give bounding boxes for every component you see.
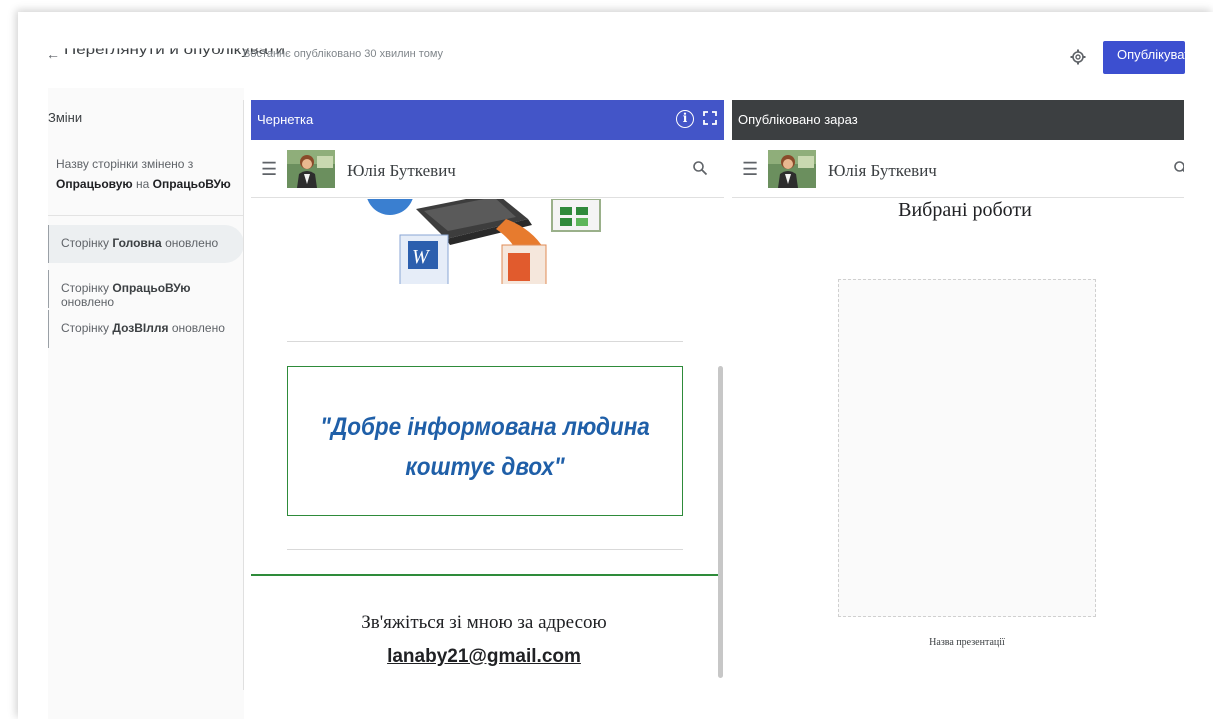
svg-text:W: W (412, 246, 431, 268)
change-item-golovna[interactable]: Сторінку Головна оновлено (48, 225, 244, 263)
info-icon[interactable]: i (676, 110, 694, 128)
changes-title: Зміни (48, 110, 83, 125)
site-title: Юлія Буткевич (347, 161, 456, 180)
draft-scrollbar[interactable] (718, 366, 723, 678)
hamburger-menu-icon[interactable]: ☰ (742, 160, 758, 178)
divider (287, 549, 683, 550)
back-arrow-icon[interactable]: ← (46, 46, 60, 62)
change-rename-note: Назву сторінки змінено з Опрацьовую на О… (56, 157, 231, 191)
site-navbar: ☰ Юлія Буткевич (732, 140, 1184, 198)
presentation-embed[interactable] (838, 279, 1096, 617)
fullscreen-icon[interactable] (703, 111, 717, 125)
search-icon[interactable] (1173, 160, 1184, 176)
divider (287, 341, 683, 342)
office-clipart-image: W (367, 199, 601, 284)
published-header: Опубліковано зараз (732, 100, 1184, 140)
draft-preview-pane: Чернетка i ☰ Юлія Буткевич W "Добре інфо… (251, 100, 724, 690)
divider (243, 100, 244, 690)
hamburger-menu-icon[interactable]: ☰ (261, 160, 277, 178)
publish-button[interactable]: Опублікувати (1103, 41, 1185, 74)
divider (48, 215, 244, 216)
draft-header: Чернетка i (251, 100, 724, 140)
site-navbar: ☰ Юлія Буткевич (251, 140, 724, 198)
last-published-status: Востаннє опубліковано 30 хвилин тому (243, 48, 444, 60)
footer-divider (251, 574, 719, 576)
published-header-label: Опубліковано зараз (738, 112, 858, 127)
contact-text: Зв'яжіться зі мною за адресою (361, 612, 607, 633)
search-icon[interactable] (692, 160, 708, 176)
change-item-opratsovuyu[interactable]: Сторінку ОпрацьоВУю оновлено (48, 270, 244, 309)
gear-icon[interactable] (1070, 49, 1086, 65)
quote-text: "Добре інформована людина коштує двох" (320, 413, 650, 481)
changes-panel: Зміни Назву сторінки змінено з Опрацьову… (48, 88, 244, 719)
published-preview-pane: Опубліковано зараз ☰ Юлія Буткевич Вибра… (732, 100, 1184, 690)
top-bar: ← Переглянути й опублікувати Востаннє оп… (40, 40, 1200, 80)
site-title: Юлія Буткевич (828, 161, 937, 180)
quote-block: "Добре інформована людина коштує двох" (287, 366, 683, 516)
avatar (768, 150, 816, 188)
avatar (287, 150, 335, 188)
draft-header-label: Чернетка (257, 112, 314, 127)
change-item-dozvillya[interactable]: Сторінку ДозВІлля оновлено (48, 310, 244, 348)
section-heading: Вибрані роботи (898, 199, 1032, 221)
contact-email-link[interactable]: lanaby21@gmail.com (251, 646, 717, 668)
presentation-caption: Назва презентації (929, 637, 1005, 648)
